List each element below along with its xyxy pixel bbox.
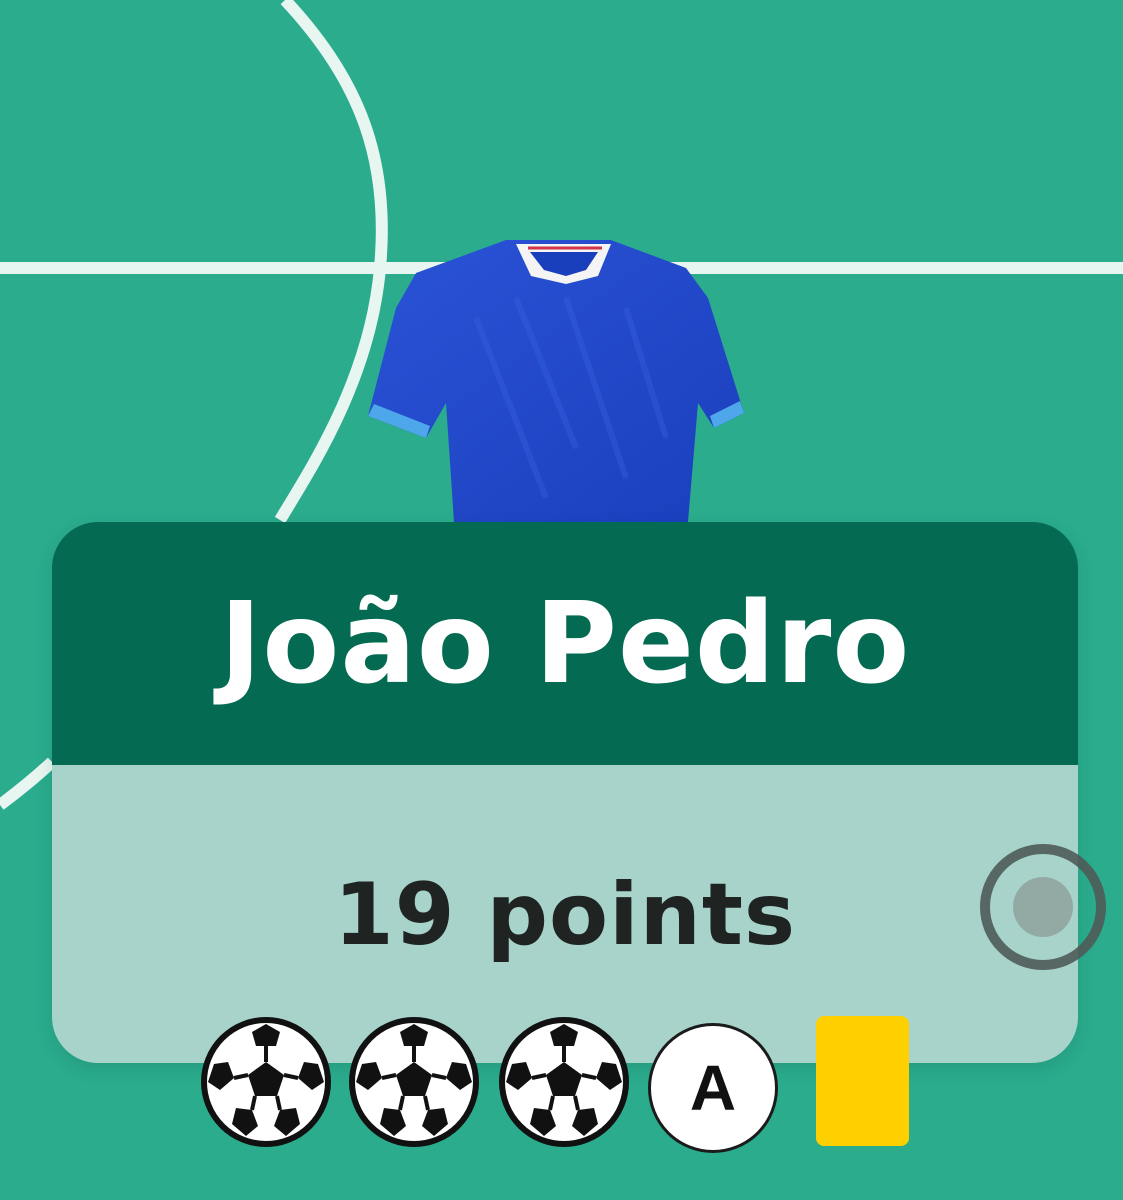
shirt-icon — [368, 240, 744, 522]
player-card[interactable]: João Pedro 19 points — [52, 522, 1078, 1063]
yellow-card-icon — [816, 1016, 909, 1146]
assist-badge: A — [648, 1023, 778, 1153]
goal-ball-icon — [349, 1017, 479, 1147]
player-shirt[interactable] — [366, 238, 764, 538]
pitch-arc — [0, 757, 57, 810]
record-indicator-icon[interactable] — [976, 840, 1110, 974]
goal-ball-icon — [499, 1017, 629, 1147]
match-events: A — [200, 1016, 920, 1153]
goal-ball-icon — [201, 1017, 331, 1147]
player-name: João Pedro — [52, 522, 1078, 765]
